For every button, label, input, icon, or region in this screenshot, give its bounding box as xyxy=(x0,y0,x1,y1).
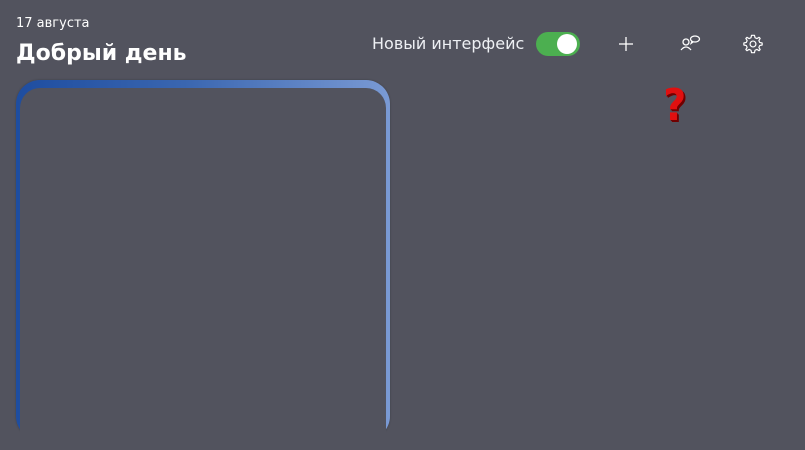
content-card xyxy=(16,80,390,450)
settings-button[interactable] xyxy=(739,30,767,58)
toolbar: Новый интерфейс xyxy=(372,28,581,60)
new-interface-toggle[interactable] xyxy=(536,32,581,56)
add-button[interactable] xyxy=(612,30,640,58)
new-interface-label: Новый интерфейс xyxy=(372,34,525,53)
feedback-icon xyxy=(680,35,701,51)
date-label: 17 августа xyxy=(16,16,90,31)
greeting-title: Добрый день xyxy=(16,41,187,66)
gear-icon xyxy=(743,34,763,54)
feedback-button[interactable] xyxy=(676,30,704,58)
question-mark-annotation: ? xyxy=(663,80,687,131)
plus-icon xyxy=(619,37,633,51)
toggle-knob xyxy=(557,34,578,54)
card-body xyxy=(20,88,386,450)
